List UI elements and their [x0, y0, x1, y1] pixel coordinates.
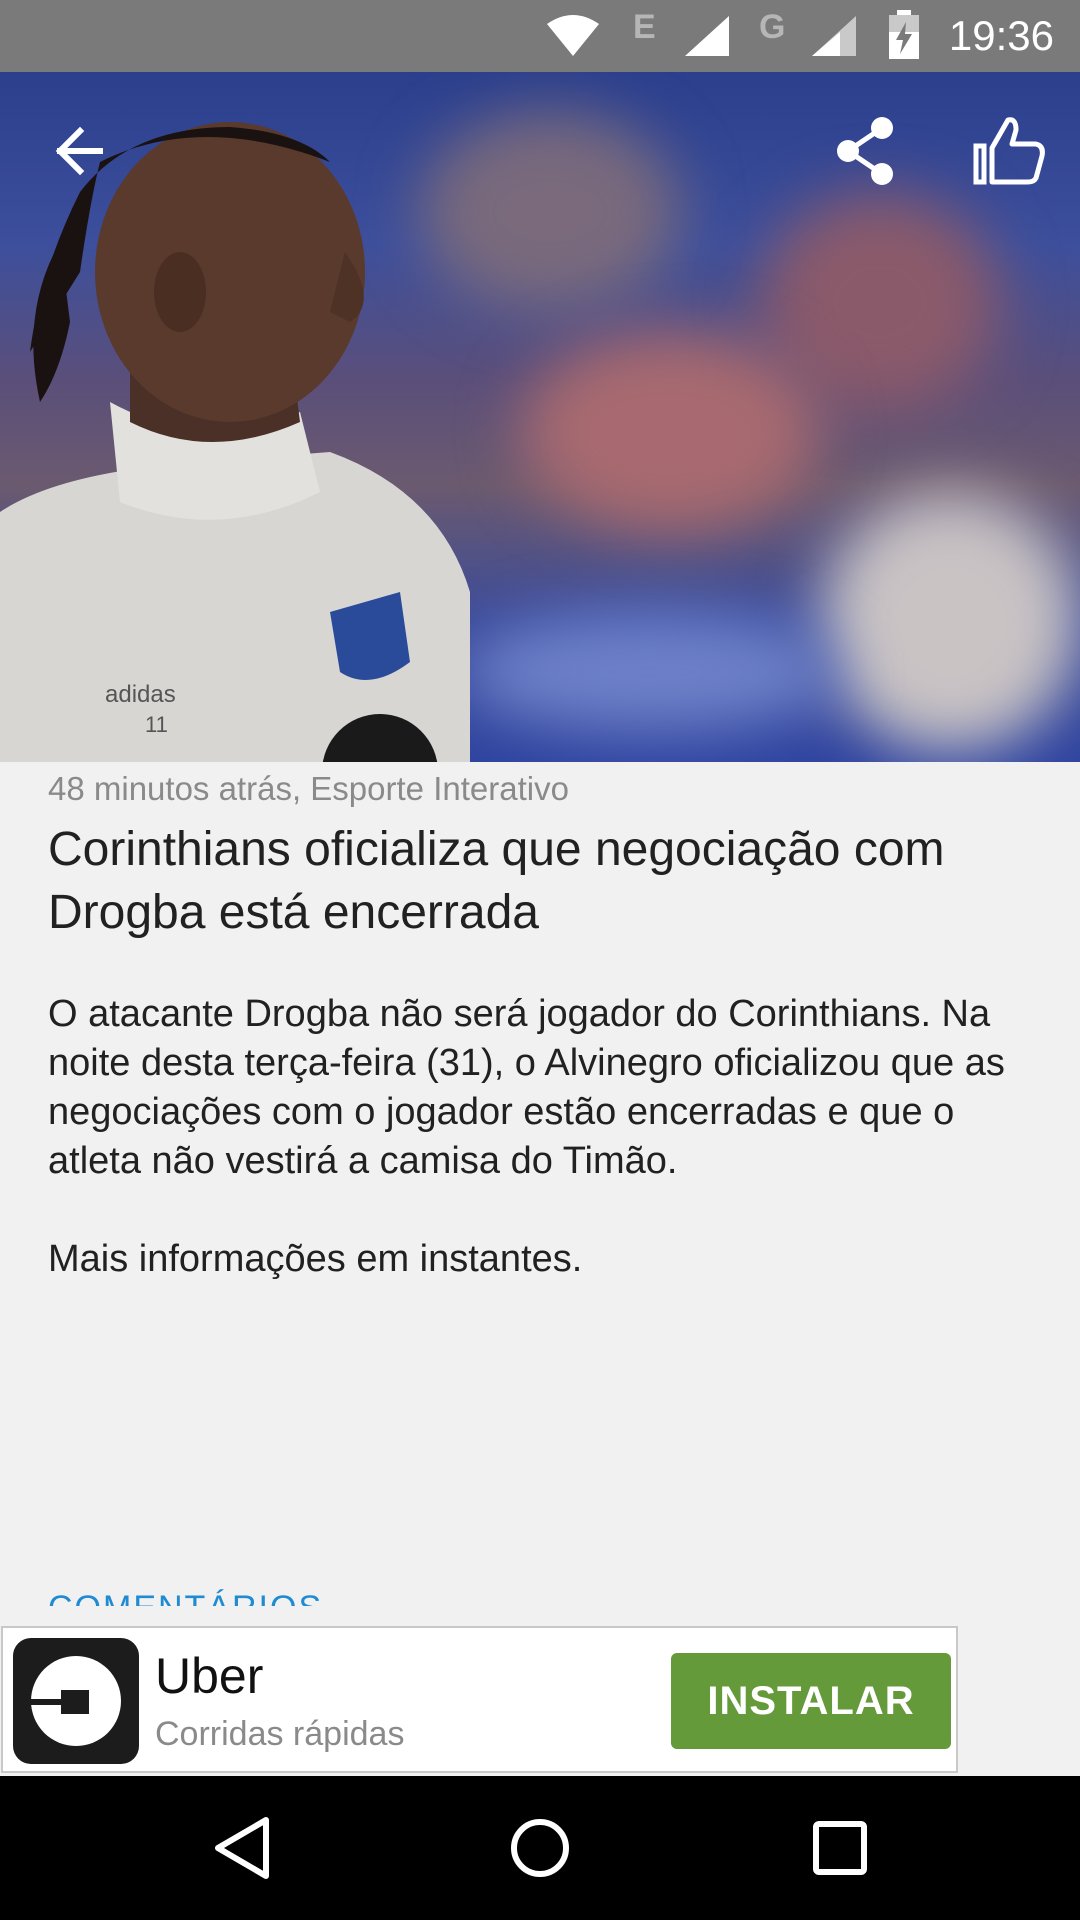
- navigation-bar: [0, 1776, 1080, 1920]
- share-icon[interactable]: [820, 106, 910, 196]
- jersey-brand-text: adidas: [105, 681, 176, 708]
- ad-app-name: Uber: [155, 1648, 264, 1704]
- uber-app-icon: [13, 1638, 139, 1764]
- status-bar: E G 19:36: [0, 0, 1080, 72]
- back-triangle-icon[interactable]: [200, 1806, 284, 1890]
- install-button[interactable]: INSTALAR: [671, 1653, 951, 1749]
- signal-icon: [685, 16, 729, 56]
- wifi-icon: [547, 15, 599, 56]
- network-type-g: G: [759, 8, 786, 46]
- hero-image: adidas 11: [0, 72, 1080, 762]
- back-arrow-icon[interactable]: [38, 106, 128, 196]
- article-body: O atacante Drogba não será jogador do Co…: [48, 990, 1038, 1333]
- home-circle-icon[interactable]: [498, 1806, 582, 1890]
- clock: 19:36: [948, 12, 1054, 59]
- ad-tagline: Corridas rápidas: [155, 1715, 405, 1753]
- network-type-e: E: [633, 8, 656, 46]
- article-title: Corinthians oficializa que negociação co…: [48, 823, 945, 939]
- article-paragraph: Mais informações em instantes.: [48, 1238, 583, 1280]
- article-paragraph: O atacante Drogba não será jogador do Co…: [48, 993, 1005, 1182]
- battery-charging-icon: [889, 10, 919, 59]
- thumbs-up-icon[interactable]: [962, 106, 1052, 196]
- recents-square-icon[interactable]: [798, 1806, 882, 1890]
- jersey-number-text: 11: [145, 712, 168, 737]
- signal-icon-secondary: [812, 16, 856, 56]
- player-photo: adidas 11: [0, 122, 470, 762]
- comments-section-link[interactable]: COMENTÁRIOS: [48, 1588, 648, 1606]
- ad-banner[interactable]: Uber Corridas rápidas INSTALAR: [1, 1626, 958, 1773]
- article-meta: 48 minutos atrás, Esporte Interativo: [48, 770, 569, 807]
